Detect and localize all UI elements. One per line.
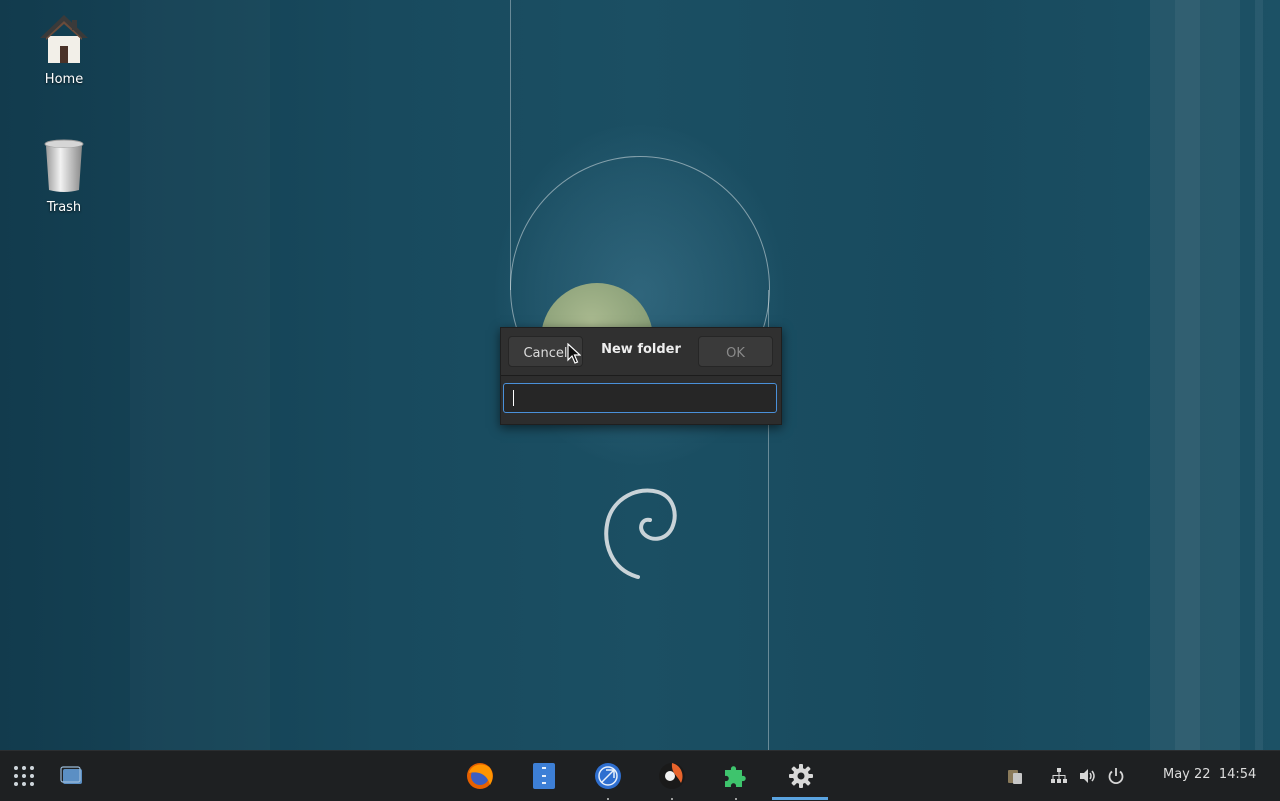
ok-button[interactable]: OK bbox=[698, 336, 773, 367]
desktop-icon-trash[interactable]: Trash bbox=[24, 138, 104, 215]
dialog-header: Cancel New folder OK bbox=[501, 328, 781, 376]
app-grid-icon[interactable] bbox=[12, 764, 36, 788]
mouse-cursor-icon bbox=[567, 343, 581, 364]
desktop-icon-home[interactable]: Home bbox=[24, 12, 104, 87]
power-icon[interactable] bbox=[1107, 767, 1125, 785]
dialog-title: New folder bbox=[601, 342, 681, 357]
settings-gear-icon[interactable] bbox=[786, 761, 816, 791]
clock-time: 14:54 bbox=[1218, 767, 1257, 782]
text-editor-icon[interactable] bbox=[529, 761, 559, 791]
clock-date: May 22 bbox=[1163, 767, 1211, 782]
windows-icon[interactable] bbox=[60, 764, 84, 788]
bottom-panel: May 22 14:54 bbox=[0, 750, 1280, 801]
debian-swirl-icon bbox=[604, 488, 677, 579]
browser-icon[interactable] bbox=[593, 761, 623, 791]
home-folder-icon bbox=[40, 15, 88, 63]
trash-icon bbox=[44, 139, 84, 192]
wallpaper-streak bbox=[130, 0, 270, 750]
network-icon[interactable] bbox=[1050, 767, 1068, 785]
clock[interactable]: May 22 14:54 bbox=[1163, 767, 1256, 782]
desktop-icon-label: Trash bbox=[46, 200, 82, 215]
volume-icon[interactable] bbox=[1079, 767, 1097, 785]
folder-name-input[interactable] bbox=[503, 383, 777, 413]
new-folder-dialog: Cancel New folder OK bbox=[500, 327, 782, 425]
extensions-puzzle-icon[interactable] bbox=[721, 761, 751, 791]
system-monitor-icon[interactable] bbox=[657, 761, 687, 791]
clipboard-icon[interactable] bbox=[1006, 767, 1024, 785]
wallpaper-streak bbox=[1175, 0, 1200, 750]
text-caret bbox=[513, 390, 514, 406]
wallpaper-streak bbox=[1255, 0, 1263, 750]
wallpaper-line bbox=[510, 0, 511, 290]
desktop-icon-label: Home bbox=[44, 72, 84, 87]
firefox-icon[interactable] bbox=[465, 761, 495, 791]
